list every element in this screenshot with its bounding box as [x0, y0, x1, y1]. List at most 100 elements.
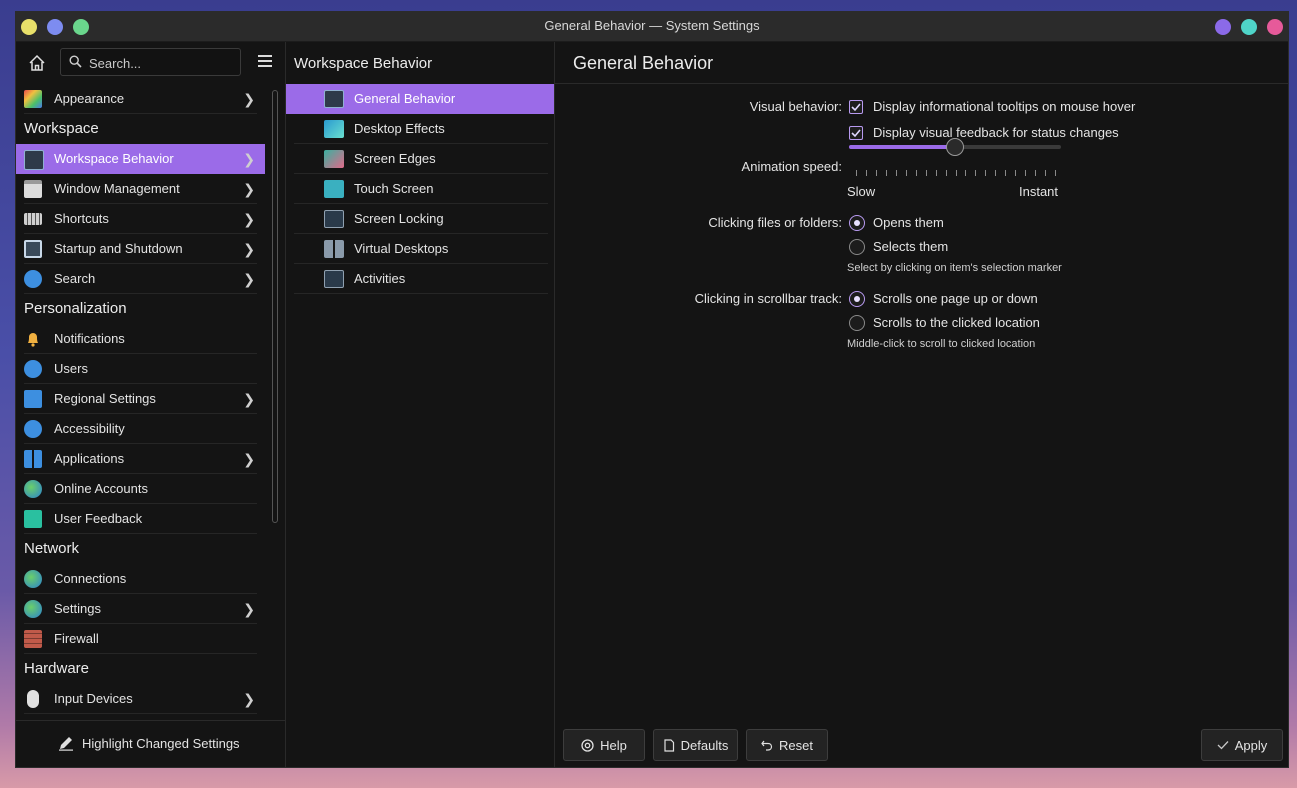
sidebar-item-label: Applications	[54, 451, 125, 466]
sidebar-item-startup-shutdown[interactable]: Startup and Shutdown ❯	[16, 234, 265, 264]
slider-fill	[849, 145, 955, 149]
sidebar-item-label: Search	[54, 271, 96, 286]
sidebar-item-notifications[interactable]: Notifications	[16, 324, 265, 354]
section-header-hardware: Hardware	[24, 660, 90, 677]
highlight-button-label: Highlight Changed Settings	[82, 735, 240, 751]
defaults-button-label: Defaults	[680, 737, 729, 753]
slider-tick	[1025, 170, 1027, 176]
sidebar-item-applications[interactable]: Applications ❯	[16, 444, 265, 474]
reset-button[interactable]: Reset	[746, 729, 828, 761]
search-field[interactable]	[60, 48, 241, 76]
sidebar-scrollbar[interactable]	[272, 90, 278, 523]
scroll-page-label: Scrolls one page up or down	[873, 291, 1038, 306]
scroll-clicked-radio[interactable]	[849, 315, 865, 331]
subcategory-item-screen-edges[interactable]: Screen Edges	[286, 144, 554, 174]
chevron-right-icon: ❯	[243, 151, 255, 167]
chevron-right-icon: ❯	[243, 691, 255, 707]
scroll-clicked-label: Scrolls to the clicked location	[873, 315, 1040, 330]
sidebar-item-online-accounts[interactable]: Online Accounts	[16, 474, 265, 504]
sidebar-item-window-management[interactable]: Window Management ❯	[16, 174, 265, 204]
accessibility-icon	[24, 420, 42, 438]
sidebar-item-users[interactable]: Users	[16, 354, 265, 384]
titlebar[interactable]: General Behavior — System Settings	[16, 12, 1288, 42]
hamburger-menu-button[interactable]	[256, 53, 274, 71]
subcategory-item-touch-screen[interactable]: Touch Screen	[286, 174, 554, 204]
sidebar-item-label: Input Devices	[54, 691, 133, 706]
selects-them-radio[interactable]	[849, 239, 865, 255]
sidebar-item-label: Regional Settings	[54, 391, 156, 406]
scroll-hint: Middle-click to scroll to clicked locati…	[847, 338, 1036, 350]
chevron-right-icon: ❯	[243, 91, 255, 107]
subcategory-label: Touch Screen	[354, 181, 434, 196]
undo-icon	[761, 740, 773, 751]
sidebar-item-input-devices[interactable]: Input Devices ❯	[16, 684, 265, 714]
sidebar-item-settings[interactable]: Settings ❯	[16, 594, 265, 624]
visual-feedback-checkbox[interactable]	[849, 126, 863, 140]
subcategory-label: Screen Edges	[354, 151, 436, 166]
chevron-right-icon: ❯	[243, 271, 255, 287]
slider-tick	[885, 170, 887, 176]
animation-speed-slider[interactable]	[849, 138, 1061, 156]
subcategory-item-general-behavior[interactable]: General Behavior	[286, 84, 554, 114]
sidebar-item-shortcuts[interactable]: Shortcuts ❯	[16, 204, 265, 234]
opens-them-radio[interactable]	[849, 215, 865, 231]
slider-tick	[935, 170, 937, 176]
bell-icon	[24, 330, 42, 348]
chevron-right-icon: ❯	[243, 451, 255, 467]
tooltips-checkbox[interactable]	[849, 100, 863, 114]
activities-icon	[324, 270, 344, 288]
minimize-button[interactable]	[1215, 19, 1231, 35]
search-icon	[69, 55, 82, 68]
apply-button[interactable]: Apply	[1201, 729, 1283, 761]
subcategory-title: Workspace Behavior	[294, 55, 433, 72]
chevron-right-icon: ❯	[243, 241, 255, 257]
main-content: General Behavior Visual behavior: Displa…	[555, 42, 1288, 767]
globe-icon	[24, 600, 42, 618]
window-title: General Behavior — System Settings	[544, 18, 760, 33]
sidebar-item-user-feedback[interactable]: User Feedback	[16, 504, 265, 534]
scroll-page-radio[interactable]	[849, 291, 865, 307]
virtual-desktops-icon	[324, 240, 344, 258]
subcategory-item-virtual-desktops[interactable]: Virtual Desktops	[286, 234, 554, 264]
hamburger-icon	[258, 55, 272, 57]
highlight-changed-settings-button[interactable]: Highlight Changed Settings	[58, 735, 240, 751]
selects-them-label: Selects them	[873, 239, 949, 254]
applications-icon	[24, 450, 42, 468]
slider-tick	[915, 170, 917, 176]
maximize-button[interactable]	[1241, 19, 1257, 35]
sidebar-item-label: Workspace Behavior	[54, 151, 174, 166]
subcategory-item-desktop-effects[interactable]: Desktop Effects	[286, 114, 554, 144]
close-button[interactable]	[1267, 19, 1283, 35]
sidebar-item-firewall[interactable]: Firewall	[16, 624, 265, 654]
pen-icon	[59, 737, 73, 751]
slider-handle[interactable]	[946, 138, 964, 156]
subcategory-item-activities[interactable]: Activities	[286, 264, 554, 294]
defaults-button[interactable]: Defaults	[653, 729, 738, 761]
sidebar-item-label: Firewall	[54, 631, 99, 646]
subcategory-item-screen-locking[interactable]: Screen Locking	[286, 204, 554, 234]
home-button[interactable]	[25, 51, 49, 75]
sidebar: Appearance ❯ Workspace Workspace Behavio…	[16, 42, 286, 767]
feedback-icon	[24, 510, 42, 528]
sidebar-item-appearance[interactable]: Appearance ❯	[16, 84, 265, 114]
sidebar-item-workspace-behavior[interactable]: Workspace Behavior ❯	[16, 144, 265, 174]
sidebar-item-connections[interactable]: Connections	[16, 564, 265, 594]
slider-tick	[955, 170, 957, 176]
sidebar-toolbar	[16, 42, 286, 82]
subcategory-label: Virtual Desktops	[354, 241, 449, 256]
chevron-right-icon: ❯	[243, 601, 255, 617]
window-management-icon	[24, 180, 42, 198]
sidebar-item-search[interactable]: Search ❯	[16, 264, 265, 294]
help-button[interactable]: Help	[563, 729, 645, 761]
lock-icon	[324, 210, 344, 228]
search-input[interactable]	[87, 52, 239, 74]
clicking-files-label: Clicking files or folders:	[708, 215, 842, 230]
chevron-right-icon: ❯	[243, 181, 255, 197]
slider-tick	[1045, 170, 1047, 176]
slider-tick	[895, 170, 897, 176]
sidebar-item-accessibility[interactable]: Accessibility	[16, 414, 265, 444]
sidebar-item-label: User Feedback	[54, 511, 143, 526]
sidebar-item-regional-settings[interactable]: Regional Settings ❯	[16, 384, 265, 414]
keyboard-icon	[24, 213, 42, 225]
apply-button-label: Apply	[1234, 737, 1268, 753]
